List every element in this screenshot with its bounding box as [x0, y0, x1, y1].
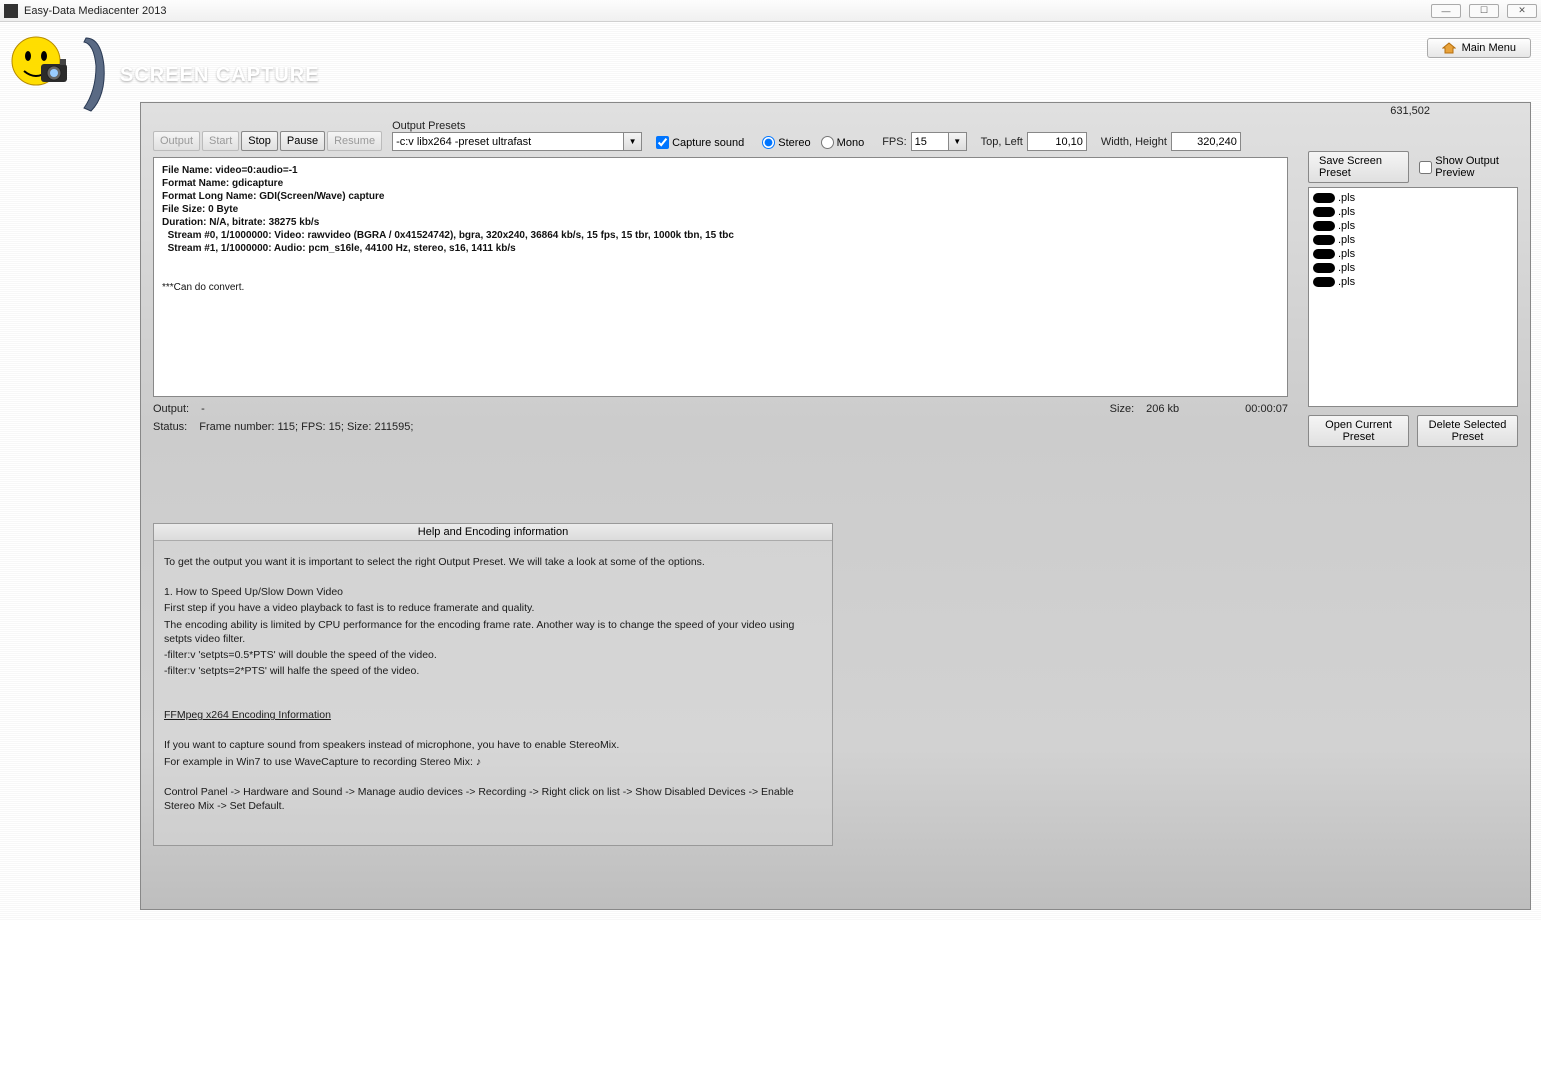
maximize-button[interactable]: ☐: [1469, 4, 1499, 18]
preset-redacted-icon: [1313, 193, 1335, 203]
mouse-coord-readout: 631,502: [1390, 105, 1430, 117]
status-value: Frame number: 115; FPS: 15; Size: 211595…: [199, 421, 413, 433]
preset-item[interactable]: .pls: [1313, 248, 1513, 260]
help-line: Control Panel -> Hardware and Sound -> M…: [164, 785, 822, 813]
preset-item[interactable]: .pls: [1313, 262, 1513, 274]
output-preset-dropdown[interactable]: ▼: [624, 132, 642, 151]
capture-sound-label: Capture sound: [672, 137, 744, 149]
note-icon: ♪: [476, 756, 481, 768]
capture-sound-checkbox[interactable]: Capture sound: [656, 136, 744, 149]
size-value: 206 kb: [1146, 403, 1179, 415]
show-output-preview-checkbox[interactable]: Show Output Preview: [1419, 155, 1518, 179]
width-height-label: Width, Height: [1101, 136, 1167, 148]
output-label: Output:: [153, 403, 189, 415]
resume-button[interactable]: Resume: [327, 131, 382, 151]
help-header: Help and Encoding information: [154, 524, 832, 541]
output-preset-input[interactable]: [392, 132, 624, 151]
show-output-preview-input[interactable]: [1419, 161, 1432, 174]
preset-ext: .pls: [1338, 206, 1355, 218]
capture-info-panel: File Name: video=0:audio=-1 Format Name:…: [153, 157, 1288, 397]
fps-dropdown[interactable]: ▼: [949, 132, 967, 151]
minimize-button[interactable]: —: [1431, 4, 1461, 18]
output-presets-label: Output Presets: [392, 120, 642, 132]
help-link-ffmpeg[interactable]: FFMpeg x264 Encoding Information: [164, 708, 822, 722]
fps-input[interactable]: [911, 132, 949, 151]
preset-ext: .pls: [1338, 276, 1355, 288]
app-body: SCREEN CAPTURE Main Menu 631,502 Output …: [0, 22, 1541, 920]
app-logo: [6, 26, 116, 116]
preset-item[interactable]: .pls: [1313, 206, 1513, 218]
width-height-input[interactable]: [1171, 132, 1241, 151]
status-row: Status: Frame number: 115; FPS: 15; Size…: [153, 421, 1288, 433]
help-line: -filter:v 'setpts=2*PTS' will halfe the …: [164, 664, 822, 678]
titlebar: Easy-Data Mediacenter 2013 — ☐ ✕: [0, 0, 1541, 22]
help-line: -filter:v 'setpts=0.5*PTS' will double t…: [164, 648, 822, 662]
save-screen-preset-button[interactable]: Save Screen Preset: [1308, 151, 1409, 183]
stereo-radio[interactable]: Stereo: [762, 136, 810, 149]
output-button[interactable]: Output: [153, 131, 200, 151]
help-line: 1. How to Speed Up/Slow Down Video: [164, 585, 822, 599]
preset-ext: .pls: [1338, 220, 1355, 232]
stop-button[interactable]: Stop: [241, 131, 278, 151]
main-menu-label: Main Menu: [1462, 42, 1516, 54]
mono-input[interactable]: [821, 136, 834, 149]
preset-redacted-icon: [1313, 235, 1335, 245]
help-line: If you want to capture sound from speake…: [164, 738, 822, 752]
top-left-input[interactable]: [1027, 132, 1087, 151]
preset-redacted-icon: [1313, 263, 1335, 273]
help-line: For example in Win7 to use WaveCapture t…: [164, 756, 473, 768]
status-label: Status:: [153, 421, 187, 433]
preset-panel: Save Screen Preset Show Output Preview .…: [1308, 151, 1518, 447]
preset-item[interactable]: .pls: [1313, 192, 1513, 204]
open-current-preset-button[interactable]: Open Current Preset: [1308, 415, 1409, 447]
stereo-label: Stereo: [778, 137, 810, 149]
app-icon: [4, 4, 18, 18]
capture-sound-input[interactable]: [656, 136, 669, 149]
help-line: The encoding ability is limited by CPU p…: [164, 618, 822, 646]
size-label: Size:: [1110, 403, 1134, 415]
fps-label: FPS:: [882, 136, 906, 148]
mono-radio[interactable]: Mono: [821, 136, 865, 149]
preset-redacted-icon: [1313, 277, 1335, 287]
preset-redacted-icon: [1313, 249, 1335, 259]
page-title: SCREEN CAPTURE: [120, 64, 320, 87]
main-menu-button[interactable]: Main Menu: [1427, 38, 1531, 58]
preset-ext: .pls: [1338, 192, 1355, 204]
preset-ext: .pls: [1338, 262, 1355, 274]
preset-ext: .pls: [1338, 248, 1355, 260]
home-icon: [1442, 42, 1456, 54]
start-button[interactable]: Start: [202, 131, 239, 151]
output-status-row: Output: - Size: 206 kb 00:00:07: [153, 403, 1288, 415]
preset-item[interactable]: .pls: [1313, 234, 1513, 246]
pause-button[interactable]: Pause: [280, 131, 325, 151]
close-button[interactable]: ✕: [1507, 4, 1537, 18]
content-panel: 631,502 Output Start Stop Pause Resume O…: [140, 102, 1531, 910]
window-title: Easy-Data Mediacenter 2013: [24, 5, 166, 17]
help-panel: Help and Encoding information To get the…: [153, 523, 833, 846]
top-left-label: Top, Left: [981, 136, 1023, 148]
preset-redacted-icon: [1313, 207, 1335, 217]
preset-item[interactable]: .pls: [1313, 276, 1513, 288]
capture-toolbar: Output Start Stop Pause Resume Output Pr…: [153, 111, 1288, 151]
show-output-preview-label: Show Output Preview: [1435, 155, 1518, 179]
time-value: 00:00:07: [1245, 403, 1288, 415]
preset-redacted-icon: [1313, 221, 1335, 231]
preset-list[interactable]: .pls .pls .pls .pls .pls .pls .pls: [1308, 187, 1518, 407]
mono-label: Mono: [837, 137, 865, 149]
preset-ext: .pls: [1338, 234, 1355, 246]
output-value: -: [201, 403, 205, 415]
stereo-input[interactable]: [762, 136, 775, 149]
help-body: To get the output you want it is importa…: [154, 541, 832, 845]
help-line: First step if you have a video playback …: [164, 601, 822, 615]
delete-selected-preset-button[interactable]: Delete Selected Preset: [1417, 415, 1518, 447]
preset-item[interactable]: .pls: [1313, 220, 1513, 232]
help-line: To get the output you want it is importa…: [164, 555, 822, 569]
